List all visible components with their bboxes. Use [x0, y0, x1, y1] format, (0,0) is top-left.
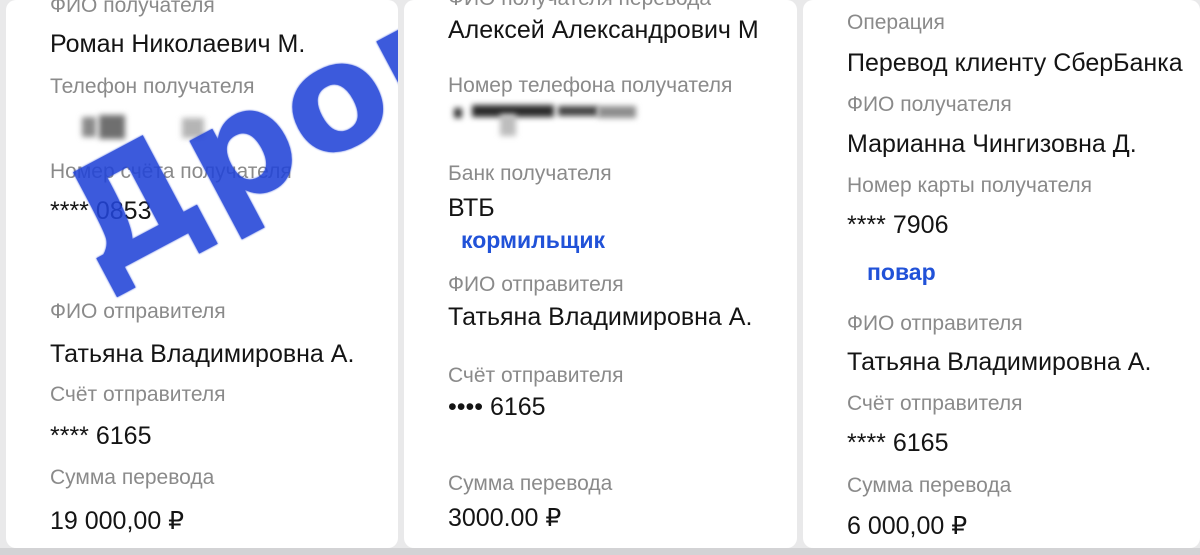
sender-name: Татьяна Владимировна А. [847, 348, 1152, 376]
amount: 6 000,00 ₽ [847, 512, 968, 540]
amount-label: Сумма перевода [847, 474, 1012, 497]
operation: Перевод клиенту СберБанка [847, 49, 1183, 77]
recipient-name: Роман Николаевич М. [50, 30, 306, 58]
sender-name-label: ФИО отправителя [50, 300, 226, 323]
recipient-name-label: ФИО получателя [50, 0, 215, 17]
recipient-name-label: ФИО получателя [847, 93, 1012, 116]
sender-name-label: ФИО отправителя [448, 273, 624, 296]
amount: 3000.00 ₽ [448, 504, 562, 532]
sender-name: Татьяна Владимировна А. [50, 340, 355, 368]
recipient-name-label: ФИО получателя перевода [448, 0, 711, 11]
recipient-card-label: Номер карты получателя [847, 174, 1093, 197]
sender-account-label: Счёт отправителя [448, 364, 624, 387]
bank-name: ВТБ [448, 194, 495, 222]
amount-label: Сумма перевода [50, 466, 215, 489]
amount: 19 000,00 ₽ [50, 507, 185, 535]
recipient-name: Алексей Александрович М [448, 16, 759, 44]
sender-name: Татьяна Владимировна А. [448, 303, 753, 331]
recipient-card: **** 7906 [847, 211, 949, 239]
recipient-account-label: Номер счёта получателя [50, 160, 292, 183]
sender-account-label: Счёт отправителя [847, 392, 1023, 415]
receipt-card-1: ФИО получателя Роман Николаевич М. Телеф… [6, 0, 398, 548]
bottom-edge [0, 548, 1200, 555]
sender-account: **** 6165 [847, 429, 949, 457]
recipient-phone-label: Номер телефона получателя [448, 74, 733, 97]
recipient-name: Марианна Чингизовна Д. [847, 130, 1137, 158]
recipient-account: **** 0853 [50, 197, 152, 225]
operation-label: Операция [847, 11, 945, 34]
receipt-card-2: ФИО получателя перевода Алексей Александ… [404, 0, 797, 548]
sender-account: **** 6165 [50, 422, 152, 450]
sender-account-label: Счёт отправителя [50, 383, 226, 406]
bank-label: Банк получателя [448, 162, 612, 185]
recipient-phone-label: Телефон получателя [50, 75, 255, 98]
receipt-card-3: Операция Перевод клиенту СберБанка ФИО п… [803, 0, 1200, 548]
sender-name-label: ФИО отправителя [847, 312, 1023, 335]
handwritten-note: кормильщик [461, 227, 605, 253]
amount-label: Сумма перевода [448, 472, 613, 495]
sender-account: •••• 6165 [448, 393, 546, 421]
handwritten-note: повар [867, 259, 936, 285]
